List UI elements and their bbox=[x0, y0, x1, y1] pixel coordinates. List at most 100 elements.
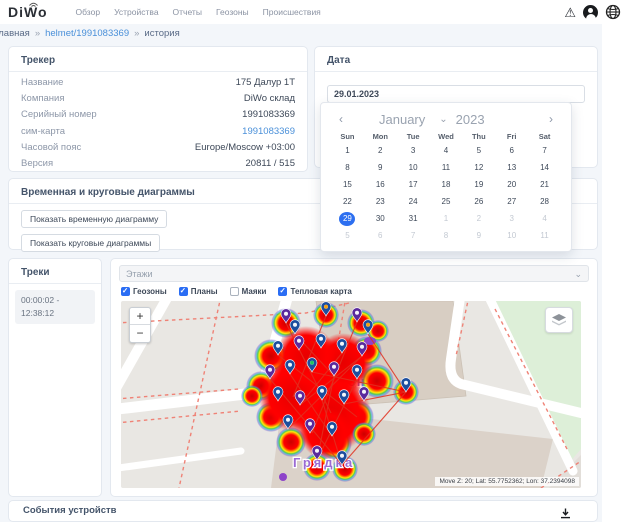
calendar-day[interactable]: 4 bbox=[430, 144, 463, 158]
calendar-day[interactable]: 13 bbox=[495, 161, 528, 175]
calendar-day[interactable]: 19 bbox=[462, 178, 495, 192]
calendar-month-select[interactable]: January bbox=[379, 112, 425, 127]
calendar-day[interactable]: 5 bbox=[462, 144, 495, 158]
calendar-day[interactable]: 6 bbox=[364, 229, 397, 243]
calendar-day[interactable]: 20 bbox=[495, 178, 528, 192]
chevron-down-icon[interactable]: ⌄ bbox=[439, 114, 447, 125]
nav-item-2[interactable]: Отчеты bbox=[173, 7, 202, 17]
device-events-panel[interactable]: События устройств bbox=[8, 500, 598, 522]
layer-toggle-Тепловая карта[interactable]: Тепловая карта bbox=[278, 287, 351, 296]
calendar-day[interactable]: 2 bbox=[462, 212, 495, 226]
wifi-icon bbox=[28, 0, 39, 7]
calendar-day[interactable]: 18 bbox=[430, 178, 463, 192]
calendar-day[interactable]: 30 bbox=[364, 212, 397, 226]
calendar-day[interactable]: 26 bbox=[462, 195, 495, 209]
calendar-day[interactable]: 1 bbox=[331, 144, 364, 158]
calendar-day[interactable]: 22 bbox=[331, 195, 364, 209]
date-title: Дата bbox=[315, 47, 597, 72]
alerts-icon[interactable]: ⚠ bbox=[564, 6, 576, 19]
calendar-day[interactable]: 1 bbox=[430, 212, 463, 226]
tracker-row: Серийный номер1991083369 bbox=[21, 107, 295, 123]
calendar-next-icon[interactable]: › bbox=[541, 112, 561, 126]
layer-toggle-Планы[interactable]: Планы bbox=[179, 287, 218, 296]
breadcrumb-current: история bbox=[144, 28, 179, 39]
calendar-day[interactable]: 9 bbox=[462, 229, 495, 243]
calendar-day[interactable]: 27 bbox=[495, 195, 528, 209]
calendar-day[interactable]: 14 bbox=[528, 161, 561, 175]
map-layers-button[interactable] bbox=[545, 307, 573, 333]
calendar-day[interactable]: 15 bbox=[331, 178, 364, 192]
tracker-row-value: Europe/Moscow +03:00 bbox=[195, 140, 295, 156]
calendar-day[interactable]: 12 bbox=[462, 161, 495, 175]
layer-toggle-label: Тепловая карта bbox=[290, 287, 351, 296]
download-button[interactable] bbox=[560, 506, 571, 522]
app-window: DiWo Обзор Устройства Отчеты Геозоны Происше… bbox=[0, 0, 631, 522]
calendar-day[interactable]: 2 bbox=[364, 144, 397, 158]
calendar-day[interactable]: 6 bbox=[495, 144, 528, 158]
layer-toggle-Геозоны[interactable]: Геозоны bbox=[121, 287, 167, 296]
floors-select[interactable]: Этажи ⌄ bbox=[119, 265, 589, 282]
calendar-day[interactable]: 23 bbox=[364, 195, 397, 209]
tracker-row-value: DiWo склад bbox=[244, 91, 295, 107]
calendar-year-select[interactable]: 2023 bbox=[456, 112, 485, 127]
checkbox-checked-icon[interactable] bbox=[179, 287, 188, 296]
calendar-day[interactable]: 10 bbox=[495, 229, 528, 243]
layer-toggle-label: Планы bbox=[191, 287, 218, 296]
map-status-bar: Move Z: 20; Lat: 55.7752362; Lon: 37.239… bbox=[435, 477, 579, 486]
checkbox-checked-icon[interactable] bbox=[278, 287, 287, 296]
app-logo[interactable]: DiWo bbox=[8, 4, 48, 20]
map-pin-dot bbox=[366, 323, 370, 327]
show-time-diagram-button[interactable]: Показать временную диаграмму bbox=[21, 210, 167, 228]
calendar-day[interactable]: 3 bbox=[495, 212, 528, 226]
calendar-day[interactable]: 25 bbox=[430, 195, 463, 209]
calendar-day[interactable]: 17 bbox=[397, 178, 430, 192]
calendar-day[interactable]: 7 bbox=[528, 144, 561, 158]
tracker-row-label: Серийный номер bbox=[21, 107, 97, 123]
right-gutter bbox=[602, 24, 631, 522]
calendar-day[interactable]: 10 bbox=[397, 161, 430, 175]
zoom-out-button[interactable]: − bbox=[130, 325, 150, 342]
calendar-popup: ‹ January ⌄ 2023 › SunMonTueWedThuFriSat… bbox=[320, 102, 572, 252]
date-input[interactable]: 29.01.2023 bbox=[327, 85, 585, 103]
globe-icon[interactable] bbox=[605, 4, 621, 20]
calendar-day[interactable]: 11 bbox=[430, 161, 463, 175]
calendar-day-selected[interactable]: 29 bbox=[339, 212, 355, 226]
nav-item-3[interactable]: Геозоны bbox=[216, 7, 249, 17]
calendar-day[interactable]: 4 bbox=[528, 212, 561, 226]
nav-item-4[interactable]: Происшествия bbox=[263, 7, 321, 17]
calendar-day[interactable]: 5 bbox=[331, 229, 364, 243]
layer-toggle-Маяки[interactable]: Маяки bbox=[230, 287, 267, 296]
map-zoom-control: + − bbox=[129, 307, 151, 343]
layers-icon bbox=[550, 312, 568, 328]
calendar-day[interactable]: 11 bbox=[528, 229, 561, 243]
calendar-day[interactable]: 9 bbox=[364, 161, 397, 175]
calendar-day[interactable]: 8 bbox=[331, 161, 364, 175]
calendar-weekday: Sat bbox=[528, 132, 561, 141]
calendar-prev-icon[interactable]: ‹ bbox=[331, 112, 351, 126]
track-list-item[interactable]: 00:00:02 - 12:38:12 bbox=[15, 290, 95, 324]
tracker-row: Название175 Далур 1Т bbox=[21, 75, 295, 91]
calendar-day[interactable]: 31 bbox=[397, 212, 430, 226]
calendar-day[interactable]: 28 bbox=[528, 195, 561, 209]
layer-toggle-label: Геозоны bbox=[133, 287, 167, 296]
calendar-day[interactable]: 16 bbox=[364, 178, 397, 192]
map-canvas[interactable]: шон bbox=[121, 301, 581, 488]
tracker-title: Трекер bbox=[9, 47, 307, 72]
checkbox-unchecked-icon[interactable] bbox=[230, 287, 239, 296]
nav-item-0[interactable]: Обзор bbox=[76, 7, 101, 17]
calendar-day[interactable]: 24 bbox=[397, 195, 430, 209]
checkbox-checked-icon[interactable] bbox=[121, 287, 130, 296]
breadcrumb-device-link[interactable]: helmet/1991083369 bbox=[45, 28, 129, 39]
nav-item-1[interactable]: Устройства bbox=[114, 7, 158, 17]
layer-toggle-label: Маяки bbox=[242, 287, 267, 296]
show-pie-diagrams-button[interactable]: Показать круговые диаграммы bbox=[21, 234, 160, 252]
tracker-row-value-link[interactable]: 1991083369 bbox=[242, 124, 295, 140]
breadcrumb-home[interactable]: главная bbox=[0, 28, 30, 39]
calendar-day[interactable]: 8 bbox=[430, 229, 463, 243]
zoom-in-button[interactable]: + bbox=[130, 308, 150, 325]
calendar-weekday: Wed bbox=[430, 132, 463, 141]
calendar-day[interactable]: 3 bbox=[397, 144, 430, 158]
user-icon[interactable] bbox=[583, 5, 598, 20]
calendar-day[interactable]: 21 bbox=[528, 178, 561, 192]
calendar-day[interactable]: 7 bbox=[397, 229, 430, 243]
